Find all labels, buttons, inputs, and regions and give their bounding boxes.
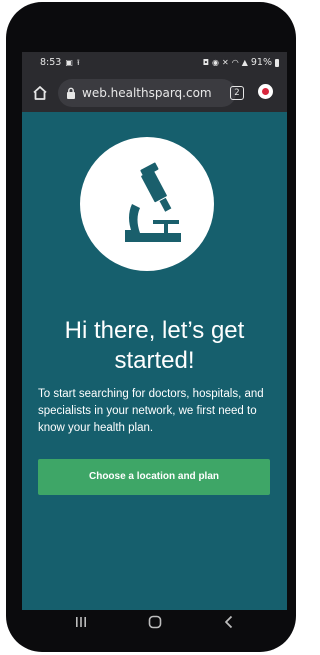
browser-toolbar: web.healthsparq.com 2 [22, 74, 287, 112]
battery-icon [275, 58, 279, 67]
microscope-icon [125, 162, 181, 242]
upload-notification-icon: ⭱ [76, 57, 80, 67]
hero-circle [80, 137, 214, 271]
signal-icon: ▲ [241, 57, 248, 67]
wifi-icon: ◠ [231, 57, 239, 67]
phone-screen: 8:53 ▣ ⭱ ◘ ◉ ✕ ◠ ▲ 91% web.healthsparq.c… [22, 52, 287, 610]
lock-icon [67, 87, 75, 99]
address-bar[interactable]: web.healthsparq.com [58, 79, 236, 107]
recent-apps-icon[interactable] [73, 614, 89, 630]
gallery-notification-icon: ▣ [65, 57, 73, 67]
extension-icon[interactable] [258, 84, 273, 99]
main-content: Hi there, let’s get started! To start se… [22, 112, 287, 610]
page-title: Hi there, let’s get started! [64, 317, 245, 374]
battery-percent: 91% [250, 57, 272, 68]
lock-status-icon: ◘ [202, 57, 210, 67]
address-url: web.healthsparq.com [82, 86, 212, 100]
alarm-icon: ◉ [212, 57, 220, 67]
home-icon[interactable] [31, 84, 49, 102]
android-nav-bar [22, 606, 287, 640]
intro-text: To start searching for doctors, hospital… [38, 388, 264, 434]
status-bar: 8:53 ▣ ⭱ ◘ ◉ ✕ ◠ ▲ 91% [22, 52, 287, 74]
home-nav-icon[interactable] [147, 614, 163, 630]
back-icon[interactable] [221, 614, 237, 630]
tab-switcher-button[interactable]: 2 [230, 86, 244, 100]
status-time: 8:53 [40, 57, 62, 68]
mute-icon: ✕ [222, 57, 229, 67]
choose-location-plan-button[interactable]: Choose a location and plan [38, 459, 270, 495]
